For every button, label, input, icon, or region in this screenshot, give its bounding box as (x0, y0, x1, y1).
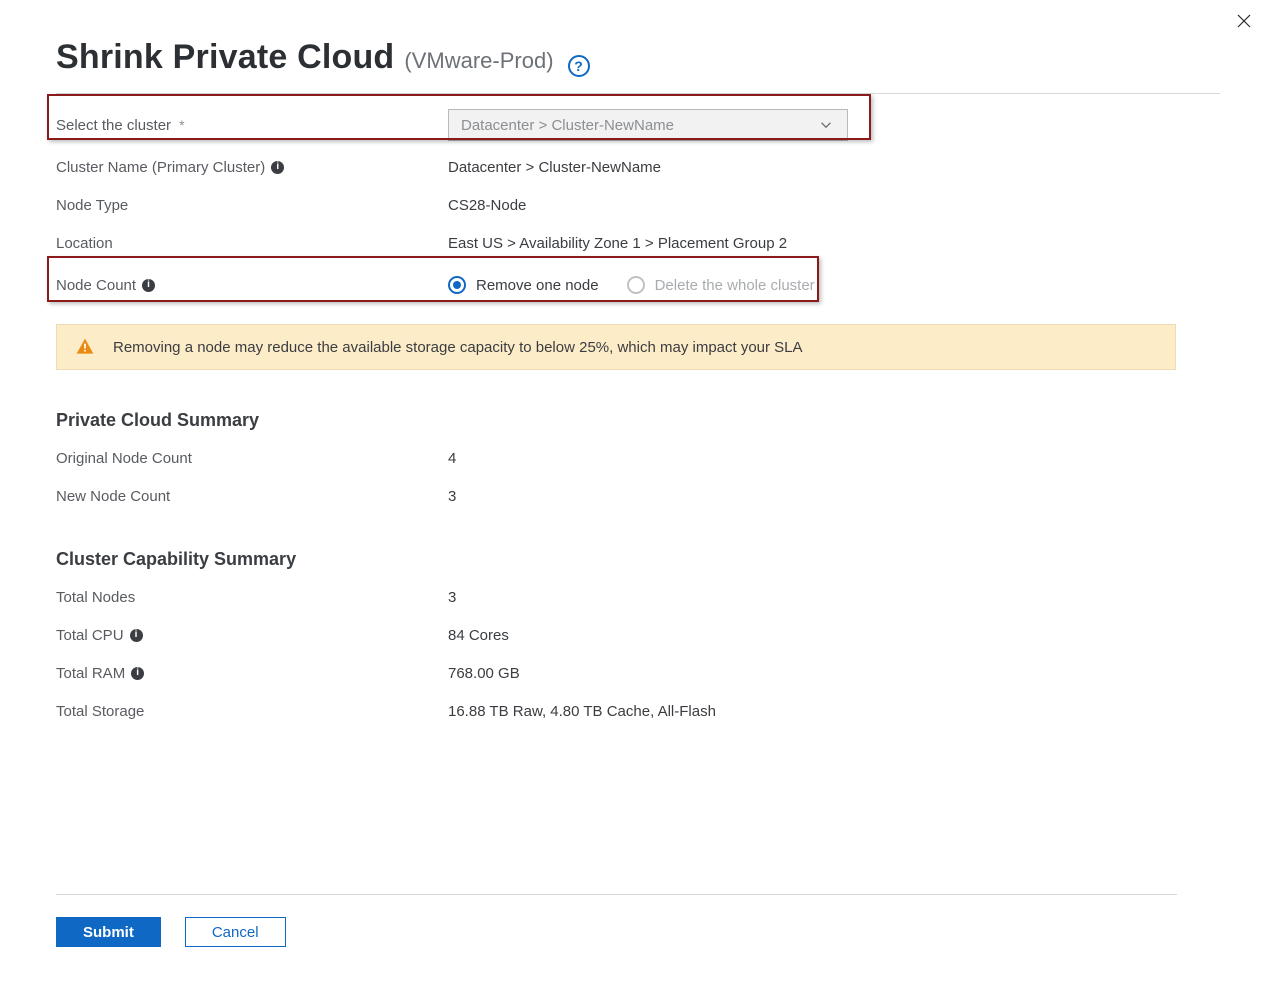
info-icon[interactable]: i (131, 667, 144, 680)
total-storage-value: 16.88 TB Raw, 4.80 TB Cache, All-Flash (448, 703, 1220, 720)
required-asterisk-icon: * (179, 117, 184, 133)
info-icon[interactable]: i (271, 161, 284, 174)
label-text: Total CPU (56, 627, 124, 644)
label-text: Node Count (56, 277, 136, 294)
total-nodes-label: Total Nodes (56, 589, 448, 606)
node-type-value: CS28-Node (448, 197, 1220, 214)
warning-text: Removing a node may reduce the available… (113, 339, 803, 356)
cluster-name-label: Cluster Name (Primary Cluster) i (56, 159, 448, 176)
radio-checked-icon (448, 276, 466, 294)
info-icon[interactable]: i (142, 279, 155, 292)
radio-unchecked-icon (627, 276, 645, 294)
location-value: East US > Availability Zone 1 > Placemen… (448, 235, 1220, 252)
divider (56, 894, 1177, 895)
total-ram-value: 768.00 GB (448, 665, 1220, 682)
cluster-name-value: Datacenter > Cluster-NewName (448, 159, 1220, 176)
cluster-select[interactable]: Datacenter > Cluster-NewName (448, 109, 848, 141)
radio-label: Remove one node (476, 277, 599, 294)
chevron-down-icon (817, 116, 835, 134)
location-label: Location (56, 235, 448, 252)
original-node-count-value: 4 (448, 450, 1220, 467)
original-node-count-label: Original Node Count (56, 450, 448, 467)
warning-banner: Removing a node may reduce the available… (56, 324, 1176, 370)
radio-delete-cluster[interactable]: Delete the whole cluster (627, 276, 815, 294)
new-node-count-value: 3 (448, 488, 1220, 505)
divider (56, 93, 1220, 94)
close-icon (1235, 12, 1253, 30)
total-ram-label: Total RAM i (56, 665, 448, 682)
total-nodes-value: 3 (448, 589, 1220, 606)
close-button[interactable] (1231, 8, 1257, 34)
radio-remove-one-node[interactable]: Remove one node (448, 276, 599, 294)
section-heading-private-cloud-summary: Private Cloud Summary (56, 410, 1220, 431)
help-icon[interactable]: ? (568, 55, 590, 77)
total-storage-label: Total Storage (56, 703, 448, 720)
total-cpu-value: 84 Cores (448, 627, 1220, 644)
node-type-label: Node Type (56, 197, 448, 214)
warning-icon (75, 337, 95, 357)
radio-label: Delete the whole cluster (655, 277, 815, 294)
total-cpu-label: Total CPU i (56, 627, 448, 644)
select-cluster-label: Select the cluster * (56, 117, 448, 134)
info-icon[interactable]: i (130, 629, 143, 642)
label-text: Total RAM (56, 665, 125, 682)
page-context: (VMware-Prod) (404, 48, 553, 74)
label-text: Select the cluster (56, 117, 171, 134)
page-title: Shrink Private Cloud (56, 38, 394, 77)
section-heading-cluster-capability-summary: Cluster Capability Summary (56, 549, 1220, 570)
new-node-count-label: New Node Count (56, 488, 448, 505)
cancel-button[interactable]: Cancel (185, 917, 286, 947)
cluster-select-value: Datacenter > Cluster-NewName (461, 117, 674, 134)
label-text: Cluster Name (Primary Cluster) (56, 159, 265, 176)
submit-button[interactable]: Submit (56, 917, 161, 947)
node-count-label: Node Count i (56, 277, 448, 294)
